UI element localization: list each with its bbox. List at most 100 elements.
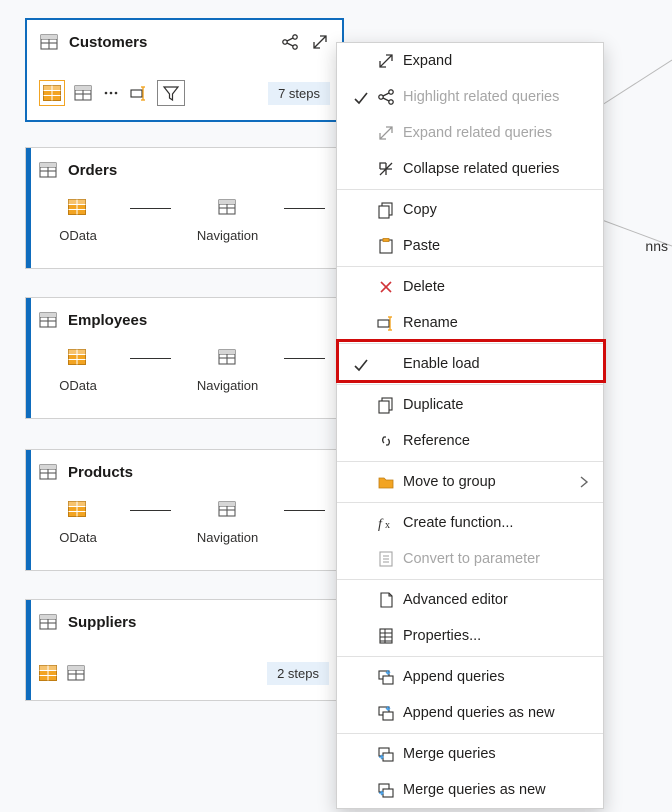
menu-separator <box>337 461 603 462</box>
fx-icon <box>375 514 397 532</box>
chevron-right-icon <box>575 473 589 492</box>
card-accent <box>26 148 31 268</box>
steps-badge[interactable]: 2 steps <box>267 662 329 685</box>
table-grey-icon[interactable] <box>66 663 86 683</box>
offscreen-label: nns <box>645 238 668 254</box>
menu-move-to-group[interactable]: Move to group <box>337 464 603 500</box>
collapse-icon <box>375 160 397 178</box>
menu-label: Merge queries as new <box>403 782 569 798</box>
merge-icon <box>375 781 397 799</box>
menu-label: Move to group <box>403 474 569 490</box>
steps-badge[interactable]: 7 steps <box>268 82 330 105</box>
paste-icon <box>375 237 397 255</box>
table-icon <box>38 462 58 482</box>
table-icon <box>38 310 58 330</box>
query-title: Employees <box>68 312 329 329</box>
menu-label: Copy <box>403 202 569 218</box>
copy-icon <box>375 201 397 219</box>
related-icon[interactable] <box>280 32 300 52</box>
menu-reference[interactable]: Reference <box>337 423 603 459</box>
menu-collapse-related[interactable]: Collapse related queries <box>337 151 603 187</box>
menu-label: Expand related queries <box>403 125 569 141</box>
step-odata-icon[interactable] <box>68 500 88 520</box>
connector-line <box>284 208 325 209</box>
expand-icon <box>375 52 397 70</box>
menu-enable-load[interactable]: Enable load <box>337 346 603 382</box>
query-title: Orders <box>68 162 329 179</box>
table-grey-icon[interactable] <box>73 83 93 103</box>
filter-step-icon[interactable] <box>157 80 185 106</box>
menu-expand-related[interactable]: Expand related queries <box>337 115 603 151</box>
step-odata-icon[interactable] <box>68 198 88 218</box>
menu-label: Duplicate <box>403 397 569 413</box>
table-icon <box>39 32 59 52</box>
share-icon <box>375 88 397 106</box>
expand-icon[interactable] <box>310 32 330 52</box>
menu-delete[interactable]: Delete <box>337 269 603 305</box>
parameter-icon <box>375 550 397 568</box>
connector-line <box>284 358 325 359</box>
properties-icon <box>375 627 397 645</box>
step-odata-label: OData <box>59 228 97 243</box>
menu-separator <box>337 384 603 385</box>
query-card-employees[interactable]: Employees OData Navigation <box>25 297 342 419</box>
append-icon <box>375 668 397 686</box>
menu-merge-queries[interactable]: Merge queries <box>337 736 603 772</box>
menu-advanced-editor[interactable]: Advanced editor <box>337 582 603 618</box>
step-navigation-label: Navigation <box>197 530 258 545</box>
query-card-suppliers[interactable]: Suppliers 2 steps <box>25 599 342 701</box>
menu-separator <box>337 579 603 580</box>
merge-icon <box>375 745 397 763</box>
query-title: Suppliers <box>68 614 329 631</box>
check-icon <box>351 356 369 372</box>
menu-expand[interactable]: Expand <box>337 43 603 79</box>
reference-icon <box>375 432 397 450</box>
connector-line <box>284 510 325 511</box>
expand-icon <box>375 124 397 142</box>
step-odata-label: OData <box>59 378 97 393</box>
query-title: Products <box>68 464 329 481</box>
menu-label: Delete <box>403 279 569 295</box>
menu-separator <box>337 343 603 344</box>
step-navigation-icon[interactable] <box>218 348 238 368</box>
menu-create-function[interactable]: Create function... <box>337 505 603 541</box>
table-orange-icon[interactable] <box>39 80 65 106</box>
menu-label: Create function... <box>403 515 569 531</box>
query-card-products[interactable]: Products OData Navigation <box>25 449 342 571</box>
menu-copy[interactable]: Copy <box>337 192 603 228</box>
more-icon[interactable] <box>101 83 121 103</box>
menu-separator <box>337 502 603 503</box>
rename-step-icon[interactable] <box>129 83 149 103</box>
menu-append-queries[interactable]: Append queries <box>337 659 603 695</box>
menu-append-queries-new[interactable]: Append queries as new <box>337 695 603 731</box>
menu-paste[interactable]: Paste <box>337 228 603 264</box>
menu-label: Reference <box>403 433 569 449</box>
query-card-orders[interactable]: Orders OData Navigation <box>25 147 342 269</box>
menu-merge-queries-new[interactable]: Merge queries as new <box>337 772 603 808</box>
menu-properties[interactable]: Properties... <box>337 618 603 654</box>
table-orange-icon[interactable] <box>38 663 58 683</box>
table-icon <box>38 160 58 180</box>
query-card-customers[interactable]: Customers 7 steps <box>25 18 344 122</box>
step-navigation-icon[interactable] <box>218 198 238 218</box>
step-navigation-label: Navigation <box>197 228 258 243</box>
menu-duplicate[interactable]: Duplicate <box>337 387 603 423</box>
page-icon <box>375 591 397 609</box>
connector-line <box>130 208 171 209</box>
context-menu: Expand Highlight related queries Expand … <box>336 42 604 809</box>
menu-label: Rename <box>403 315 569 331</box>
menu-label: Enable load <box>403 356 569 372</box>
step-odata-label: OData <box>59 530 97 545</box>
menu-label: Highlight related queries <box>403 89 569 105</box>
menu-highlight-related[interactable]: Highlight related queries <box>337 79 603 115</box>
card-accent <box>26 450 31 570</box>
step-navigation-label: Navigation <box>197 378 258 393</box>
menu-label: Append queries as new <box>403 705 569 721</box>
menu-label: Expand <box>403 53 569 69</box>
rename-icon <box>375 314 397 332</box>
menu-rename[interactable]: Rename <box>337 305 603 341</box>
step-odata-icon[interactable] <box>68 348 88 368</box>
step-navigation-icon[interactable] <box>218 500 238 520</box>
menu-convert-to-parameter[interactable]: Convert to parameter <box>337 541 603 577</box>
connector-line <box>130 510 171 511</box>
